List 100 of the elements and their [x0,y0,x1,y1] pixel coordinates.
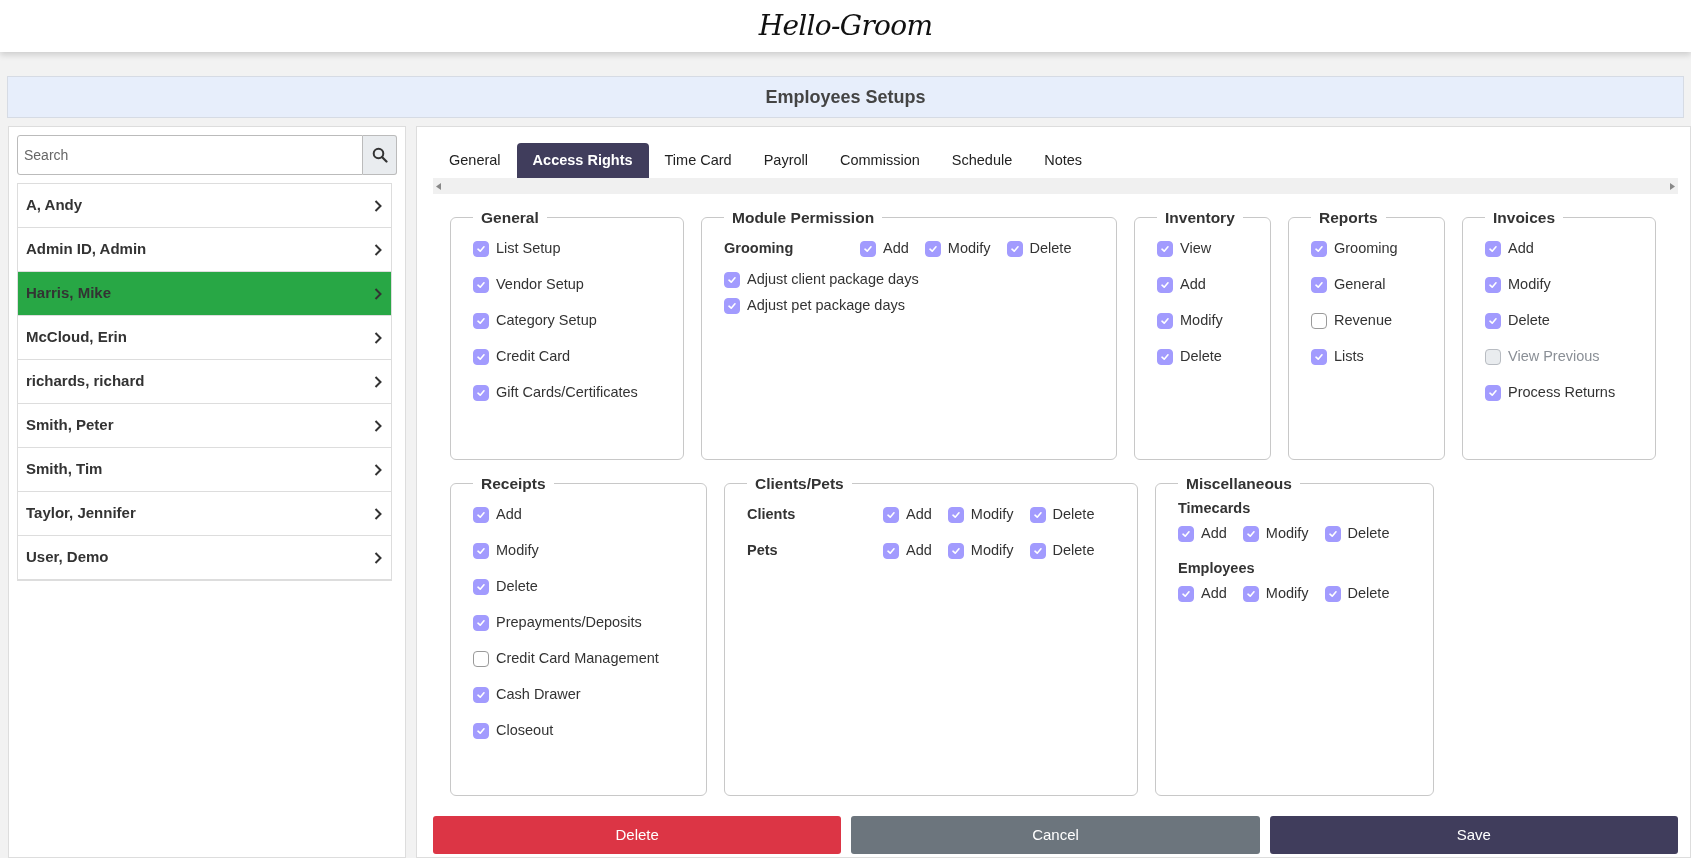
scroll-left-icon [436,182,441,190]
check-icon [476,726,486,737]
checkbox[interactable] [1324,586,1341,603]
checkbox[interactable] [883,543,899,560]
check-icon [1314,280,1324,291]
tab[interactable]: Schedule [935,143,1029,178]
search-field[interactable]: Search [17,135,363,175]
checkbox[interactable] [1311,313,1327,330]
checkbox[interactable] [1242,526,1259,543]
checkbox[interactable] [473,543,489,560]
check-icon [1488,244,1498,255]
group-title: Receipts [480,474,547,494]
tab[interactable]: Time Card [648,143,748,178]
checkbox-label: Delete [1052,505,1095,525]
check-icon [1314,244,1324,255]
checkbox[interactable] [1324,526,1341,543]
checkbox-label: Add [1508,239,1534,259]
checkbox[interactable] [1178,526,1194,543]
checkbox[interactable] [1006,241,1023,258]
checkbox[interactable] [1029,543,1046,560]
chevron-right-icon [373,462,383,477]
check-icon [1160,352,1170,363]
checkbox[interactable] [1157,349,1173,366]
delete-button[interactable]: Delete [433,816,842,854]
cancel-button[interactable]: Cancel [851,816,1260,854]
checkbox[interactable] [924,241,941,258]
checkbox[interactable] [724,298,740,315]
checkbox-label: Modify [970,505,1014,525]
checkbox[interactable] [1029,507,1046,524]
checkbox-label: View [1180,239,1212,259]
check-icon [1327,589,1338,600]
checkbox[interactable] [473,277,489,294]
check-icon [950,546,961,557]
chevron-right-icon [373,550,383,565]
check-icon [476,388,486,399]
logo[interactable]: Hello-Groom [758,5,933,47]
checkbox[interactable] [1485,385,1501,402]
tab[interactable]: Access Rights [516,143,649,178]
checkbox-label: Modify [1508,275,1551,295]
checkbox-label: Delete [1508,311,1550,331]
checkbox[interactable] [473,723,489,740]
checkbox-label: Delete [1347,524,1390,544]
search-button[interactable] [363,135,397,175]
check-icon [1488,316,1498,327]
checkbox[interactable] [1157,241,1173,258]
group-title: Invoices [1492,208,1557,228]
employee-name: User, Demo [26,547,109,568]
tab[interactable]: Notes [1028,143,1099,178]
checkbox-label: Category Setup [496,311,597,331]
checkbox[interactable] [473,579,489,596]
checkbox[interactable] [473,385,489,402]
checkbox-label: Modify [1180,311,1223,331]
checkbox-label: Add [1201,524,1227,544]
check-icon [476,546,486,557]
row-label: Pets [747,541,779,561]
tab[interactable]: Commission [824,143,936,178]
checkbox[interactable] [473,349,489,366]
checkbox-label: Modify [970,541,1014,561]
checkbox[interactable] [1178,586,1194,603]
group-title: Inventory [1164,208,1236,228]
checkbox[interactable] [1311,277,1327,294]
checkbox[interactable] [1485,277,1501,294]
checkbox[interactable] [473,615,489,632]
checkbox-label: Add [496,505,522,525]
checkbox[interactable] [473,651,489,668]
checkbox[interactable] [860,241,876,258]
check-icon [950,510,961,521]
checkbox[interactable] [1157,313,1173,330]
checkbox[interactable] [947,543,964,560]
employee-item[interactable]: Harris, Mike [18,272,391,316]
scrollbar[interactable] [433,178,1678,194]
checkbox[interactable] [1311,349,1327,366]
check-icon [1314,352,1324,363]
check-icon [1160,316,1170,327]
group-title: General [480,208,540,228]
checkbox-label: Add [1201,584,1227,604]
checkbox[interactable] [724,272,740,289]
page-title: Employees Setups [765,85,926,109]
employee-name: A, Andy [26,195,83,216]
check-icon [476,352,486,363]
checkbox[interactable] [473,507,489,524]
checkbox[interactable] [1157,277,1173,294]
checkbox[interactable] [947,507,964,524]
checkbox[interactable] [473,241,489,258]
checkbox[interactable] [1485,241,1501,258]
checkbox-label: Delete [1180,347,1222,367]
checkbox[interactable] [1485,313,1501,330]
checkbox[interactable] [473,687,489,704]
check-icon [727,301,737,312]
check-icon [476,280,486,291]
checkbox[interactable] [883,507,899,524]
checkbox[interactable] [473,313,489,330]
tab[interactable]: Payroll [747,143,824,178]
check-icon [1327,529,1338,540]
checkbox-label: Grooming [1334,239,1398,259]
checkbox[interactable] [1311,241,1327,258]
save-button[interactable]: Save [1269,816,1678,854]
tab[interactable]: General [433,143,517,178]
checkbox[interactable] [1242,586,1259,603]
group-title: Reports [1318,208,1379,228]
